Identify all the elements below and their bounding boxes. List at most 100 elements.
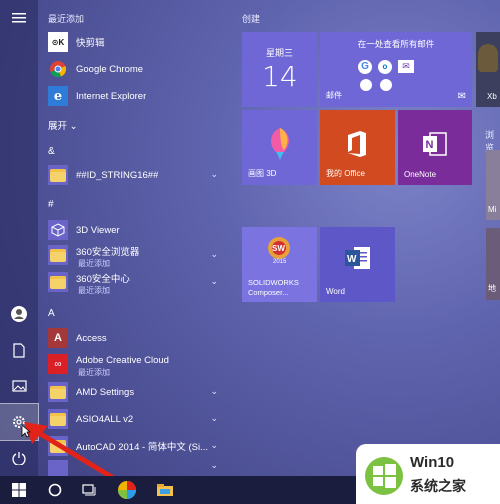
- chevron-down-icon: ⌄: [210, 249, 218, 259]
- letter-hash[interactable]: #: [48, 199, 54, 210]
- app-list: 最近添加 ⊙K 快剪辑 Google Chrome e Internet Exp…: [38, 0, 230, 476]
- app-360-security[interactable]: 360安全中心 最近添加 ⌄: [48, 270, 226, 295]
- ie-icon: e: [48, 86, 68, 106]
- paint3d-tile[interactable]: 画图 3D: [242, 110, 317, 185]
- app-label: 360安全浏览器: [76, 247, 140, 258]
- chrome-icon: [48, 59, 68, 79]
- app-adobe-cc[interactable]: ∞ Adobe Creative Cloud 最近添加: [48, 352, 226, 377]
- hamburger-icon: [12, 13, 26, 23]
- recent-header: 最近添加: [48, 14, 85, 24]
- app-3d-viewer[interactable]: 3D Viewer: [48, 218, 226, 242]
- letter-ampersand[interactable]: &: [48, 146, 55, 157]
- folder-icon: [48, 165, 68, 185]
- task-view-icon: [82, 484, 96, 496]
- folder-icon: [48, 382, 68, 402]
- start-left-rail: [0, 0, 39, 476]
- app-label: Adobe Creative Cloud: [76, 354, 169, 366]
- document-icon: [13, 342, 25, 358]
- app-label: ##ID_STRING16##: [76, 169, 159, 181]
- documents-button[interactable]: [0, 332, 38, 368]
- chevron-down-icon: ⌄: [210, 440, 218, 450]
- colorful-app-icon: [118, 481, 136, 499]
- hamburger-menu-button[interactable]: [0, 0, 38, 36]
- app-label: 360安全中心: [76, 274, 130, 285]
- app-kuaijianji[interactable]: ⊙K 快剪辑: [48, 30, 226, 54]
- chevron-down-icon: ⌄: [69, 121, 78, 132]
- win10-logo-icon: [365, 457, 403, 495]
- folder-icon: [48, 272, 68, 292]
- app-label: AMD Settings: [76, 386, 135, 398]
- app-amd-settings[interactable]: AMD Settings ⌄: [48, 380, 226, 404]
- task-view-button[interactable]: [72, 476, 106, 504]
- word-tile[interactable]: W Word: [320, 227, 395, 302]
- onenote-icon: N: [423, 132, 447, 156]
- mail-title: 在一处查看所有邮件: [357, 39, 435, 49]
- mouse-cursor-icon: [21, 424, 31, 438]
- onenote-tile[interactable]: N OneNote: [398, 110, 472, 185]
- svg-text:SW: SW: [272, 244, 285, 253]
- pictures-icon: [11, 380, 27, 392]
- calendar-day: 14: [262, 60, 298, 93]
- app-label: Internet Explorer: [76, 90, 147, 102]
- paint3d-label: 画图 3D: [248, 169, 277, 178]
- windows-logo-icon: [12, 483, 26, 497]
- app-label: Access: [76, 332, 107, 344]
- paint3d-icon: [271, 128, 289, 160]
- office-tile[interactable]: 我的 Office: [320, 110, 395, 185]
- envelope-icon: ✉: [398, 60, 414, 73]
- word-icon: W: [345, 247, 370, 269]
- mail-provider-icons-row2: [360, 79, 392, 91]
- solidworks-tile[interactable]: SW 2015 SOLIDWORKS Composer...: [242, 227, 317, 302]
- word-label: Word: [326, 287, 345, 296]
- map-tile-partial[interactable]: 地: [486, 228, 500, 300]
- file-explorer-button[interactable]: [148, 476, 182, 504]
- recently-added-sub: 最近添加: [78, 286, 110, 295]
- app-id-string16[interactable]: ##ID_STRING16## ⌄: [48, 163, 226, 187]
- app-access[interactable]: A Access: [48, 326, 226, 350]
- envelope-open-icon: ✉: [457, 91, 466, 102]
- create-group-header[interactable]: 创建: [242, 12, 260, 25]
- calendar-weekday: 星期三: [266, 48, 294, 58]
- cortana-button[interactable]: [38, 476, 72, 504]
- app-label: Google Chrome: [76, 63, 144, 75]
- chevron-down-icon: ⌄: [210, 169, 218, 179]
- app-label: 3D Viewer: [76, 224, 120, 236]
- onenote-label: OneNote: [404, 170, 437, 179]
- avatar-figure: [478, 44, 498, 72]
- browse-tile-partial[interactable]: Mi: [486, 150, 500, 220]
- folder-icon: [48, 245, 68, 265]
- user-account-button[interactable]: [0, 296, 38, 332]
- app-internet-explorer[interactable]: e Internet Explorer: [48, 84, 226, 108]
- app-label: 快剪辑: [76, 38, 105, 49]
- provider-icon: [360, 79, 372, 91]
- browse-tile-label: Mi: [488, 205, 497, 214]
- app-google-chrome[interactable]: Google Chrome: [48, 57, 226, 81]
- outlook-icon: o: [378, 60, 392, 74]
- xbox-label: Xb: [487, 92, 497, 101]
- expand-link[interactable]: 展开 ⌄: [48, 118, 78, 132]
- calendar-tile[interactable]: 星期三 14: [242, 32, 317, 107]
- mail-tile[interactable]: 在一处查看所有邮件 G o ✉ 邮件 ✉: [320, 32, 472, 107]
- watermark-title: Win10: [410, 454, 455, 471]
- file-explorer-icon: [157, 484, 173, 496]
- svg-text:2015: 2015: [273, 259, 287, 265]
- chevron-down-icon: ⌄: [210, 276, 218, 286]
- svg-text:N: N: [426, 139, 434, 151]
- gmail-g-icon: G: [358, 60, 372, 74]
- mail-label: 邮件: [326, 91, 342, 100]
- xbox-tile-partial[interactable]: Xb: [476, 32, 500, 107]
- taskbar-app-colorful[interactable]: [110, 476, 144, 504]
- letter-a[interactable]: A: [48, 308, 55, 319]
- chevron-down-icon: ⌄: [210, 386, 218, 396]
- solidworks-icon: SW 2015: [268, 237, 290, 265]
- start-button[interactable]: [0, 476, 38, 504]
- pictures-button[interactable]: [0, 368, 38, 404]
- win10-watermark: Win10 系统之家: [356, 444, 500, 504]
- recently-added-sub: 最近添加: [78, 368, 110, 377]
- app-360-browser[interactable]: 360安全浏览器 最近添加 ⌄: [48, 243, 226, 268]
- cube-icon: [48, 220, 68, 240]
- office-label: 我的 Office: [326, 169, 365, 178]
- access-icon: A: [48, 328, 68, 348]
- office-icon: [348, 131, 366, 157]
- map-tile-label: 地: [488, 284, 496, 293]
